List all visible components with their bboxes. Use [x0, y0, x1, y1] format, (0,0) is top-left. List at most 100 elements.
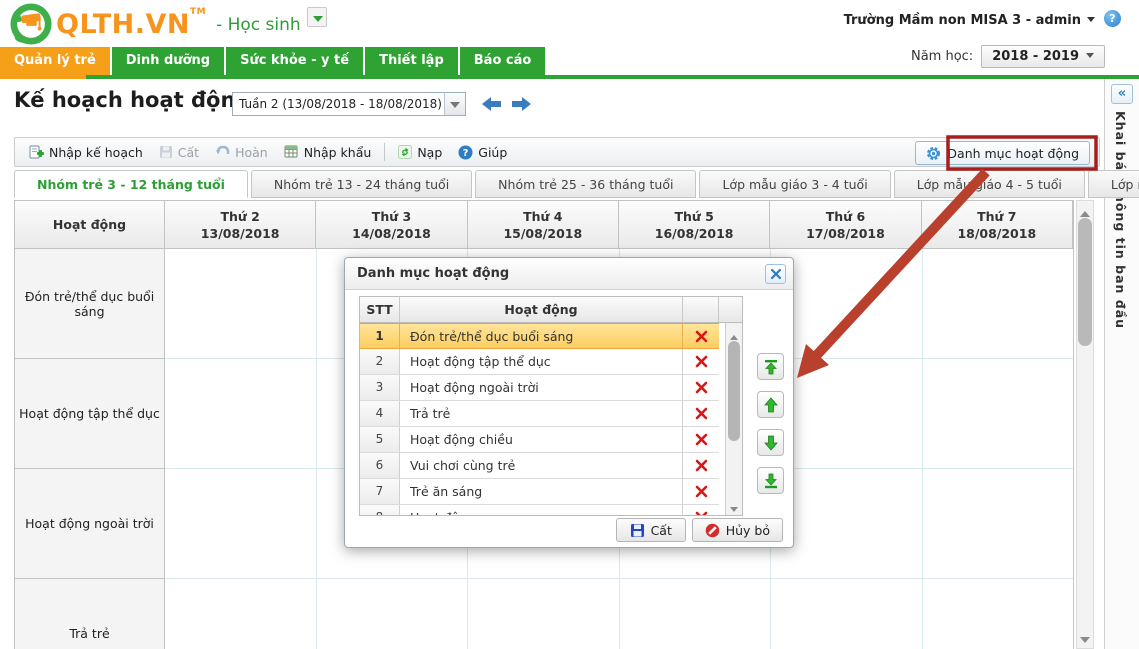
move-down-icon[interactable] [757, 429, 784, 456]
add-document-icon [29, 145, 44, 158]
schedule-cell[interactable] [165, 359, 317, 469]
week-dropdown-button[interactable] [444, 93, 465, 115]
column-header-activity: Hoạt động [400, 297, 683, 322]
cancel-button[interactable]: Hủy bỏ [691, 518, 783, 542]
delete-icon[interactable] [683, 324, 719, 348]
help-button[interactable]: ? Giúp [450, 142, 515, 163]
move-to-bottom-icon[interactable] [757, 467, 784, 494]
save-button[interactable]: Cất [615, 518, 686, 542]
dialog-footer: Cất Hủy bỏ [345, 513, 793, 547]
delete-icon[interactable] [683, 349, 719, 374]
week-selector-value: Tuần 2 (13/08/2018 - 18/08/2018) [239, 97, 442, 111]
chevron-down-icon [1086, 53, 1094, 62]
schedule-cell[interactable] [317, 579, 468, 649]
tab-nhom-tre-25-36[interactable]: Nhóm trẻ 25 - 36 tháng tuổi [475, 170, 697, 198]
nav-tab-thiet-lap[interactable]: Thiết lập [365, 47, 458, 75]
nav-tab-dinh-duong[interactable]: Dinh dưỡng [111, 47, 225, 75]
schedule-cell[interactable] [165, 579, 317, 649]
tab-mau-giao-4-5[interactable]: Lớp mẫu giáo 4 - 5 tuổi [893, 170, 1085, 198]
activity-row-label: Trả trẻ [15, 579, 165, 649]
logo-text: QLTH.VNTM [56, 7, 207, 40]
column-header-activity: Hoạt động [15, 201, 165, 249]
reload-button[interactable]: Nạp [390, 142, 450, 163]
nav-tab-suc-khoe[interactable]: Sức khỏe - y tế [226, 47, 364, 75]
logo-tm: TM [189, 7, 207, 17]
activity-row[interactable]: 6 Vui chơi cùng trẻ [360, 453, 719, 479]
nav-tab-quan-ly-tre[interactable]: Quản lý trẻ [0, 47, 110, 75]
account-menu[interactable]: Trường Mầm non MISA 3 - admin [844, 13, 1095, 28]
tab-mau-giao-5-6[interactable]: Lớp mẫu giáo 5 - 6 tuổi [1087, 170, 1139, 198]
page-title: Kế hoạch hoạt động [14, 88, 251, 112]
activity-grid: STT Hoạt động 1 Đón trẻ/thể dục buổi sán… [359, 296, 743, 516]
schedule-row: Trả trẻ [15, 579, 1073, 649]
sidebar-panel-title[interactable]: Khai báo thông tin ban đầu [1113, 111, 1128, 329]
undo-button[interactable]: Hoàn [207, 142, 276, 163]
delete-icon[interactable] [683, 375, 719, 400]
top-header: QLTH.VNTM - Học sinh Trường Mầm non MISA… [0, 0, 1139, 47]
scroll-up-icon[interactable] [1077, 202, 1093, 218]
activity-row-label: Hoạt động tập thể dục [15, 359, 165, 469]
save-button[interactable]: Cất [151, 142, 207, 163]
module-label: - Học sinh [216, 15, 301, 35]
activity-row-label: Đón trẻ/thể dục buổi sáng [15, 249, 165, 359]
delete-icon[interactable] [683, 479, 719, 504]
tab-nhom-tre-13-24[interactable]: Nhóm trẻ 13 - 24 tháng tuổi [250, 170, 473, 198]
activity-row[interactable]: 1 Đón trẻ/thể dục buổi sáng [360, 323, 719, 349]
schedule-cell[interactable] [922, 249, 1073, 359]
schedule-header-row: Hoạt động Thứ 2 13/08/2018 Thứ 3 14/08/201… [15, 201, 1073, 249]
collapse-panel-icon[interactable]: « [1111, 84, 1133, 104]
activity-catalog-button[interactable]: Danh mục hoạt động [915, 141, 1090, 165]
schedule-cell[interactable] [165, 469, 317, 579]
column-header-day: Thứ 7 18/08/2018 [921, 201, 1073, 249]
question-icon: ? [458, 145, 473, 159]
module-dropdown-caret[interactable] [306, 7, 327, 27]
activity-row-label: Hoạt động ngoài trời [15, 469, 165, 579]
schedule-cell[interactable] [620, 579, 771, 649]
week-selector[interactable]: Tuần 2 (13/08/2018 - 18/08/2018) [232, 92, 466, 116]
activity-row[interactable]: 3 Hoạt động ngoài trời [360, 375, 719, 401]
close-icon[interactable] [765, 264, 786, 284]
schedule-cell[interactable] [468, 579, 620, 649]
scroll-down-icon[interactable] [1077, 631, 1093, 647]
column-header-day: Thứ 3 14/08/2018 [316, 201, 468, 249]
school-year-dropdown[interactable]: 2018 - 2019 [981, 45, 1105, 68]
school-year-box: Năm học: 2018 - 2019 [911, 45, 1105, 68]
previous-week-arrow[interactable] [481, 95, 503, 113]
schedule-cell[interactable] [771, 579, 923, 649]
tab-nhom-tre-3-12[interactable]: Nhóm trẻ 3 - 12 tháng tuổi [14, 170, 248, 198]
scrollbar-thumb[interactable] [728, 341, 740, 441]
schedule-cell[interactable] [165, 249, 317, 359]
scrollbar-thumb[interactable] [1078, 218, 1092, 346]
next-week-arrow[interactable] [510, 95, 532, 113]
activity-row[interactable]: 2 Hoạt động tập thể dục [360, 349, 719, 375]
column-header-stt: STT [360, 297, 400, 322]
schedule-cell[interactable] [922, 359, 1073, 469]
import-plan-button[interactable]: Nhập kế hoạch [21, 142, 151, 163]
tab-mau-giao-3-4[interactable]: Lớp mẫu giáo 3 - 4 tuổi [699, 170, 891, 198]
move-up-icon[interactable] [757, 391, 784, 418]
scroll-up-icon[interactable] [726, 325, 742, 340]
move-to-top-icon[interactable] [757, 353, 784, 380]
table-scrollbar[interactable] [1076, 200, 1094, 649]
spreadsheet-import-icon [284, 145, 298, 158]
chevron-down-icon [450, 102, 460, 113]
logo-icon [10, 3, 52, 45]
schedule-cell[interactable] [923, 579, 1074, 649]
grid-scrollbar[interactable] [725, 323, 742, 515]
delete-icon[interactable] [683, 453, 719, 478]
nav-tab-bao-cao[interactable]: Báo cáo [459, 47, 546, 75]
help-icon[interactable]: ? [1104, 10, 1121, 27]
schedule-cell[interactable] [922, 469, 1073, 579]
activity-row[interactable]: 7 Trẻ ăn sáng [360, 479, 719, 505]
column-header-day: Thứ 6 17/08/2018 [770, 201, 922, 249]
activity-catalog-dialog: Danh mục hoạt động STT Hoạt động 1 Đón t… [344, 257, 794, 548]
save-icon [159, 146, 172, 158]
activity-row[interactable]: 5 Hoạt động chiều [360, 427, 719, 453]
delete-icon[interactable] [683, 427, 719, 452]
activity-row[interactable]: 4 Trả trẻ [360, 401, 719, 427]
column-header-day: Thứ 4 15/08/2018 [467, 201, 619, 249]
import-excel-button[interactable]: Nhập khẩu [276, 142, 380, 163]
svg-text:?: ? [463, 148, 469, 159]
dialog-title: Danh mục hoạt động [345, 258, 793, 290]
delete-icon[interactable] [683, 401, 719, 426]
